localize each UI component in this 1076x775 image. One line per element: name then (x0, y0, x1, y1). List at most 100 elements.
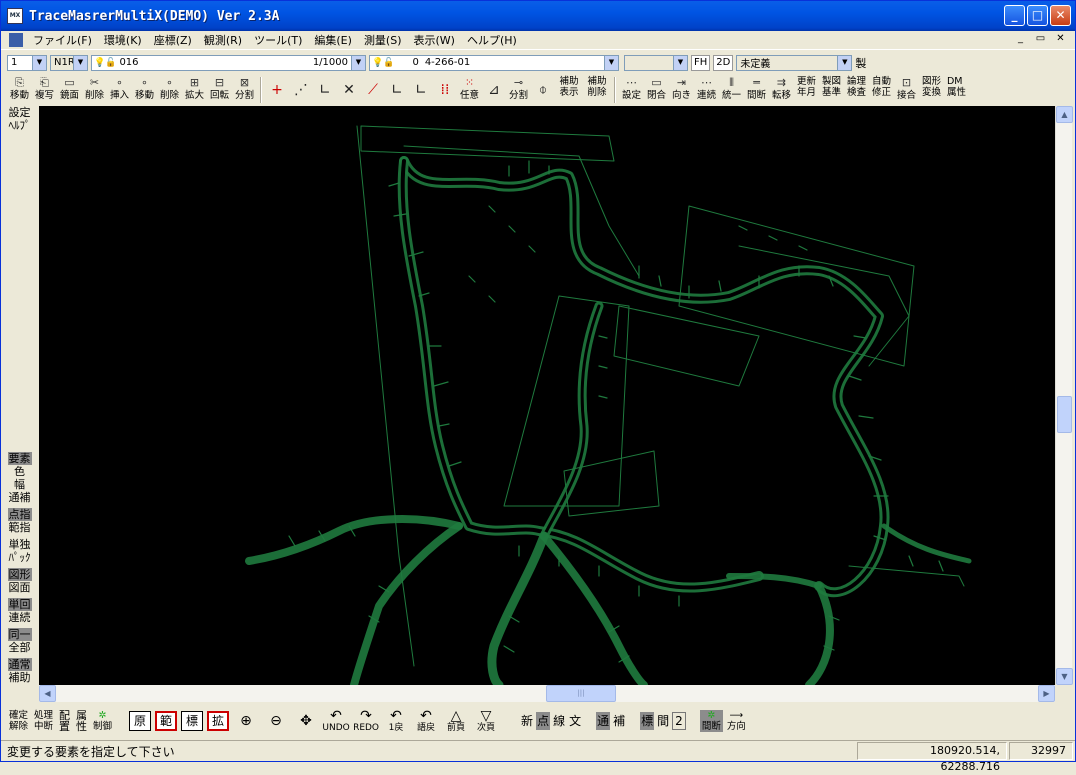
auto-fix-button[interactable]: 自動 修正 (869, 76, 894, 104)
title-bar[interactable]: MX TraceMasrerMultiX(DEMO) Ver 2.3A _ □ … (1, 1, 1075, 31)
single-toggle[interactable]: 単回 (1, 598, 38, 611)
arbitrary-button[interactable]: ⁙ 任意 (457, 76, 482, 104)
close-shape-button[interactable]: ▭ 閉合 (644, 76, 669, 104)
direction-button[interactable]: ⇥ 向き (669, 76, 694, 104)
aux-delete-button[interactable]: 補助 削除 (583, 76, 611, 104)
mirror-button[interactable]: ▭ 鏡面 (57, 76, 82, 104)
confirm-cancel-button[interactable]: 確定 解除 (7, 710, 30, 732)
measure-tool[interactable]: ⊿ (482, 76, 506, 104)
dm-attribute-button[interactable]: DM 属性 (944, 76, 969, 104)
redo-button[interactable]: ↷ REDO (352, 709, 380, 733)
element-toggle[interactable]: 要素 (1, 452, 38, 465)
2d-button[interactable]: 2D (713, 54, 734, 71)
back-word-button[interactable]: ↶ 語戻 (412, 709, 440, 733)
two-toggle[interactable]: 2 (672, 712, 686, 730)
line-split-button[interactable]: ⊸ 分割 (506, 76, 531, 104)
cut-delete-button[interactable]: ✂ 削除 (82, 76, 107, 104)
standard-toggle[interactable]: 標 (640, 712, 655, 730)
fh-button[interactable]: FH (691, 54, 711, 71)
all-toggle[interactable]: 全部 (1, 641, 38, 654)
transfer-button[interactable]: ⇉ 転移 (769, 76, 794, 104)
range-view-button[interactable]: 範 (155, 711, 178, 731)
corner-tool[interactable]: ∟ (313, 76, 337, 104)
maximize-button[interactable]: □ (1027, 5, 1048, 26)
pan-button[interactable]: ✥ (292, 714, 320, 728)
horizontal-scroll-thumb[interactable]: ||| (546, 685, 616, 702)
empty-select[interactable]: ▼ (624, 54, 688, 71)
new-toggle[interactable]: 新 (520, 712, 534, 730)
auxiliary-toggle[interactable]: 補助 (1, 671, 38, 684)
undefined-select[interactable]: 未定義 ▼ (736, 54, 853, 71)
direction-mode-button[interactable]: ⟶ 方向 (725, 710, 748, 732)
undo-button[interactable]: ↶ UNDO (322, 709, 350, 733)
attribute-button[interactable]: 属 性 (74, 710, 89, 732)
layer-select[interactable]: 💡 🔓 016 1/1000 ▼ (91, 54, 366, 71)
original-view-button[interactable]: 原 (129, 711, 152, 731)
back-one-button[interactable]: ↶ 1戻 (382, 709, 410, 733)
aux-line-toggle[interactable]: 補 (612, 712, 626, 730)
shape-toggle[interactable]: 図形 (1, 568, 38, 581)
scale-button[interactable]: ⊞ 拡大 (182, 76, 207, 104)
mode-select[interactable]: N1R ▼ (50, 54, 88, 71)
zoom-in-button[interactable]: ⊕ (232, 714, 260, 728)
perpendicular-tool[interactable]: ∟ (409, 76, 433, 104)
standard-view-button[interactable]: 標 (181, 711, 204, 731)
update-date-button[interactable]: 更新 年月 (794, 76, 819, 104)
insert-vertex-button[interactable]: ∘ 挿入 (107, 76, 132, 104)
point-toggle[interactable]: 点 (536, 712, 551, 730)
logic-check-button[interactable]: 論理 検査 (844, 76, 869, 104)
level-select[interactable]: 1 ▼ (7, 54, 47, 71)
normal-line-toggle[interactable]: 通 (596, 712, 611, 730)
scroll-down-icon[interactable]: ▼ (1056, 668, 1073, 685)
minimize-button[interactable]: _ (1004, 5, 1025, 26)
line-tool[interactable]: ⟋ (361, 76, 385, 104)
drawing-toggle[interactable]: 図面 (1, 581, 38, 594)
offset-tool[interactable]: ⋰ (289, 76, 313, 104)
mdi-close-button[interactable]: ✕ (1052, 32, 1069, 47)
copy-button[interactable]: ⎗ 複写 (32, 76, 57, 104)
shape-convert-button[interactable]: 図形 変換 (919, 76, 944, 104)
vertical-scrollbar[interactable]: ▲ ▼ (1055, 106, 1073, 685)
document-icon[interactable] (9, 33, 23, 47)
aux-show-button[interactable]: 補助 表示 (555, 76, 583, 104)
menu-observation[interactable]: 観測(R) (198, 32, 248, 48)
enlarge-view-button[interactable]: 拡 (207, 711, 230, 731)
make-button[interactable]: 製 (855, 55, 866, 71)
color-width-toggle[interactable]: 色 幅 通補 (1, 465, 38, 504)
same-toggle[interactable]: 同一 (1, 628, 38, 641)
control-button[interactable]: ✲ 制御 (91, 710, 114, 732)
interrupt-button[interactable]: ═ 間断 (744, 76, 769, 104)
split-button[interactable]: ⊠ 分割 (232, 76, 257, 104)
range-select-toggle[interactable]: 範指 (1, 521, 38, 534)
drafting-standard-button[interactable]: 製図 基準 (819, 76, 844, 104)
single-pack-toggle[interactable]: 単独 ﾊﾟｯｸ (1, 538, 38, 564)
menu-file[interactable]: ファイル(F) (27, 32, 98, 48)
menu-coordinates[interactable]: 座標(Z) (148, 32, 198, 48)
menu-tools[interactable]: ツール(T) (248, 32, 308, 48)
mdi-restore-button[interactable]: ▭ (1032, 32, 1049, 47)
unify-button[interactable]: ⫴ 統一 (719, 76, 744, 104)
close-button[interactable]: ✕ (1050, 5, 1071, 26)
delete-vertex-button[interactable]: ∘ 削除 (157, 76, 182, 104)
mdi-minimize-button[interactable]: _ (1012, 32, 1029, 47)
horizontal-scrollbar[interactable]: ◀ ||| ▶ (39, 685, 1055, 702)
add-point-tool[interactable]: + (265, 76, 289, 104)
settings-help-button[interactable]: 設定 ﾍﾙﾌﾟ (1, 106, 38, 132)
next-page-button[interactable]: ▽ 次頁 (472, 709, 500, 733)
continuous-toggle[interactable]: 連続 (1, 611, 38, 624)
vertical-scroll-thumb[interactable] (1057, 396, 1072, 433)
attribute-select[interactable]: 💡 🔓 0 4-266-01 ▼ (369, 54, 619, 71)
cross-tool[interactable]: ✕ (337, 76, 361, 104)
menu-survey[interactable]: 測量(S) (358, 32, 408, 48)
move-vertex-button[interactable]: ∘ 移動 (132, 76, 157, 104)
scroll-left-icon[interactable]: ◀ (39, 685, 56, 702)
point-select-toggle[interactable]: 点指 (1, 508, 38, 521)
abort-button[interactable]: 処理 中断 (32, 710, 55, 732)
continuous-button[interactable]: ⋯ 連続 (694, 76, 719, 104)
zoom-out-button[interactable]: ⊖ (262, 714, 290, 728)
place-button[interactable]: 配 置 (57, 710, 72, 732)
previous-page-button[interactable]: △ 前頁 (442, 709, 470, 733)
move-button[interactable]: ⎘ 移動 (7, 76, 32, 104)
normal-toggle[interactable]: 通常 (1, 658, 38, 671)
menu-environment[interactable]: 環境(K) (98, 32, 148, 48)
